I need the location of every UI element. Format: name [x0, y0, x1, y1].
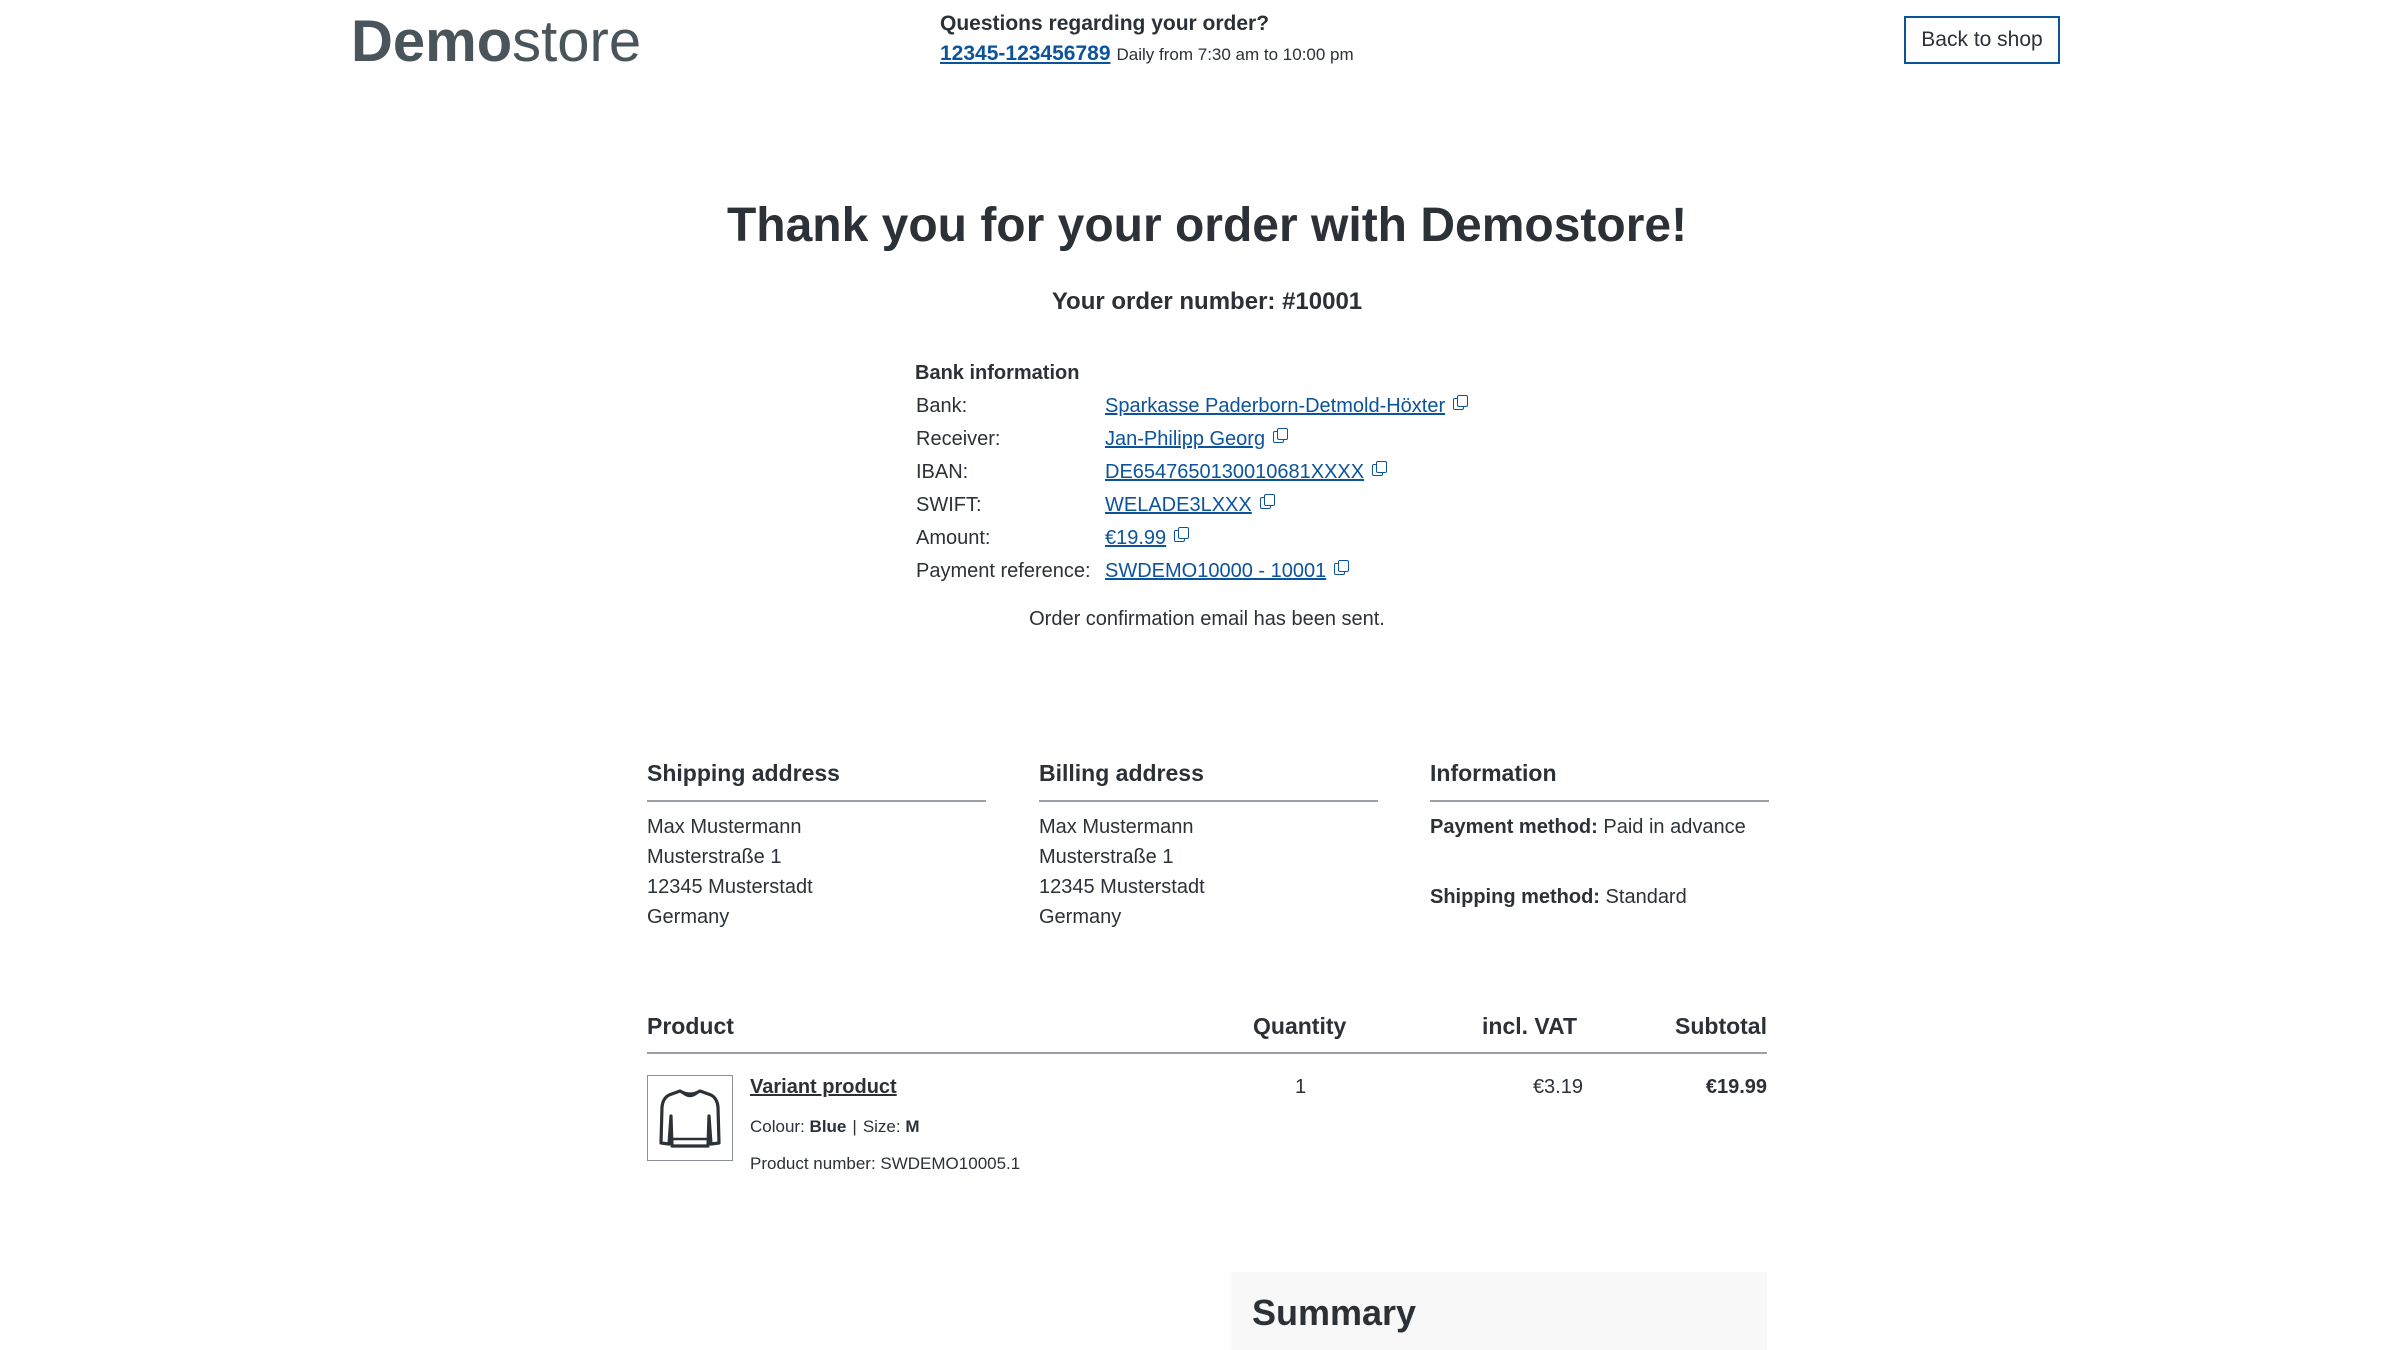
bank-row-receiver: Receiver: Jan-Philipp Georg — [916, 423, 1289, 455]
phone-link[interactable]: 12345-123456789 — [940, 42, 1111, 65]
bank-row-reference: Payment reference: SWDEMO10000 - 10001 — [916, 555, 1350, 587]
shipping-street: Musterstraße 1 — [647, 846, 782, 868]
colour-label: Colour: — [750, 1117, 805, 1136]
payment-method: Payment method: Paid in advance — [1430, 812, 1769, 842]
colour-value: Blue — [809, 1117, 847, 1136]
amount-value[interactable]: €19.99 — [1105, 527, 1166, 550]
summary-heading: Summary — [1252, 1292, 1417, 1333]
help-contact: 12345-123456789 Daily from 7:30 am to 10:… — [940, 42, 1354, 66]
swift-label: SWIFT: — [916, 493, 982, 516]
billing-country: Germany — [1039, 906, 1122, 928]
page-title: Thank you for your order with Demostore! — [726, 199, 1688, 252]
product-number: Product number: SWDEMO10005.1 — [750, 1154, 1021, 1173]
payment-method-value: Paid in advance — [1603, 816, 1746, 838]
size-label: Size: — [862, 1117, 901, 1136]
summary-panel: Summary — [1231, 1272, 1767, 1350]
copy-icon[interactable] — [1259, 494, 1275, 509]
product-quantity: 1 — [1295, 1076, 1307, 1098]
bank-value[interactable]: Sparkasse Paderborn-Detmold-Höxter — [1105, 395, 1445, 418]
copy-icon[interactable] — [1453, 395, 1469, 410]
bank-label: Bank: — [916, 394, 968, 417]
bank-info-heading: Bank information — [915, 362, 1080, 384]
product-vat: €3.19 — [1532, 1076, 1583, 1098]
product-options: Colour: Blue | Size: M — [750, 1117, 920, 1137]
billing-street: Musterstraße 1 — [1039, 846, 1174, 868]
bank-row-iban: IBAN: DE6547650130010681XXXX — [916, 456, 1388, 488]
amount-label: Amount: — [916, 526, 991, 549]
shipping-city: 12345 Musterstadt — [647, 876, 813, 898]
billing-city: 12345 Musterstadt — [1039, 876, 1205, 898]
iban-value[interactable]: DE6547650130010681XXXX — [1105, 461, 1364, 484]
sweater-icon — [659, 1089, 721, 1148]
shipping-address-section: Shipping address Max Mustermann Musterst… — [647, 758, 986, 932]
confirmation-message: Order confirmation email has been sent. — [1029, 608, 1385, 630]
product-subtotal: €19.99 — [1705, 1076, 1767, 1098]
copy-icon[interactable] — [1372, 461, 1388, 476]
shipping-method-label: Shipping method: — [1430, 886, 1600, 908]
order-number: Your order number: #10001 — [1051, 288, 1363, 315]
product-table-header: Product Quantity incl. VAT Subtotal — [647, 1010, 1767, 1054]
service-hours: Daily from 7:30 am to 10:00 pm — [1116, 45, 1354, 64]
help-question: Questions regarding your order? — [940, 12, 1270, 35]
swift-value[interactable]: WELADE3LXXX — [1105, 494, 1252, 517]
reference-value[interactable]: SWDEMO10000 - 10001 — [1105, 560, 1326, 583]
bank-row-bank: Bank: Sparkasse Paderborn-Detmold-Höxter — [916, 390, 1469, 422]
bank-row-amount: Amount: €19.99 — [916, 522, 1190, 554]
bank-row-swift: SWIFT: WELADE3LXXX — [916, 489, 1275, 521]
receiver-value[interactable]: Jan-Philipp Georg — [1105, 428, 1265, 451]
shipping-country: Germany — [647, 906, 730, 928]
billing-name: Max Mustermann — [1039, 816, 1194, 838]
billing-address-heading: Billing address — [1039, 758, 1378, 802]
back-to-shop-button[interactable]: Back to shop — [1904, 16, 2060, 64]
product-image[interactable] — [647, 1075, 733, 1161]
information-heading: Information — [1430, 758, 1769, 802]
shipping-name: Max Mustermann — [647, 816, 802, 838]
billing-address-section: Billing address Max Mustermann Musterstr… — [1039, 758, 1378, 932]
reference-label: Payment reference: — [916, 559, 1091, 582]
iban-label: IBAN: — [916, 460, 969, 483]
shipping-address-heading: Shipping address — [647, 758, 986, 802]
copy-icon[interactable] — [1273, 428, 1289, 443]
col-vat: incl. VAT — [1482, 1013, 1577, 1039]
store-logo[interactable]: Demostore — [351, 8, 641, 76]
receiver-label: Receiver: — [916, 427, 1001, 450]
copy-icon[interactable] — [1174, 527, 1190, 542]
shipping-method-value: Standard — [1605, 886, 1687, 908]
product-name-link[interactable]: Variant product — [750, 1076, 897, 1099]
col-quantity: Quantity — [1253, 1013, 1347, 1039]
col-subtotal: Subtotal — [1675, 1013, 1767, 1039]
option-separator: | — [852, 1117, 857, 1136]
information-section: Information Payment method: Paid in adva… — [1430, 758, 1769, 912]
col-product: Product — [647, 1013, 734, 1039]
shipping-method: Shipping method: Standard — [1430, 882, 1769, 912]
copy-icon[interactable] — [1334, 560, 1350, 575]
size-value: M — [905, 1117, 920, 1136]
payment-method-label: Payment method: — [1430, 816, 1598, 838]
